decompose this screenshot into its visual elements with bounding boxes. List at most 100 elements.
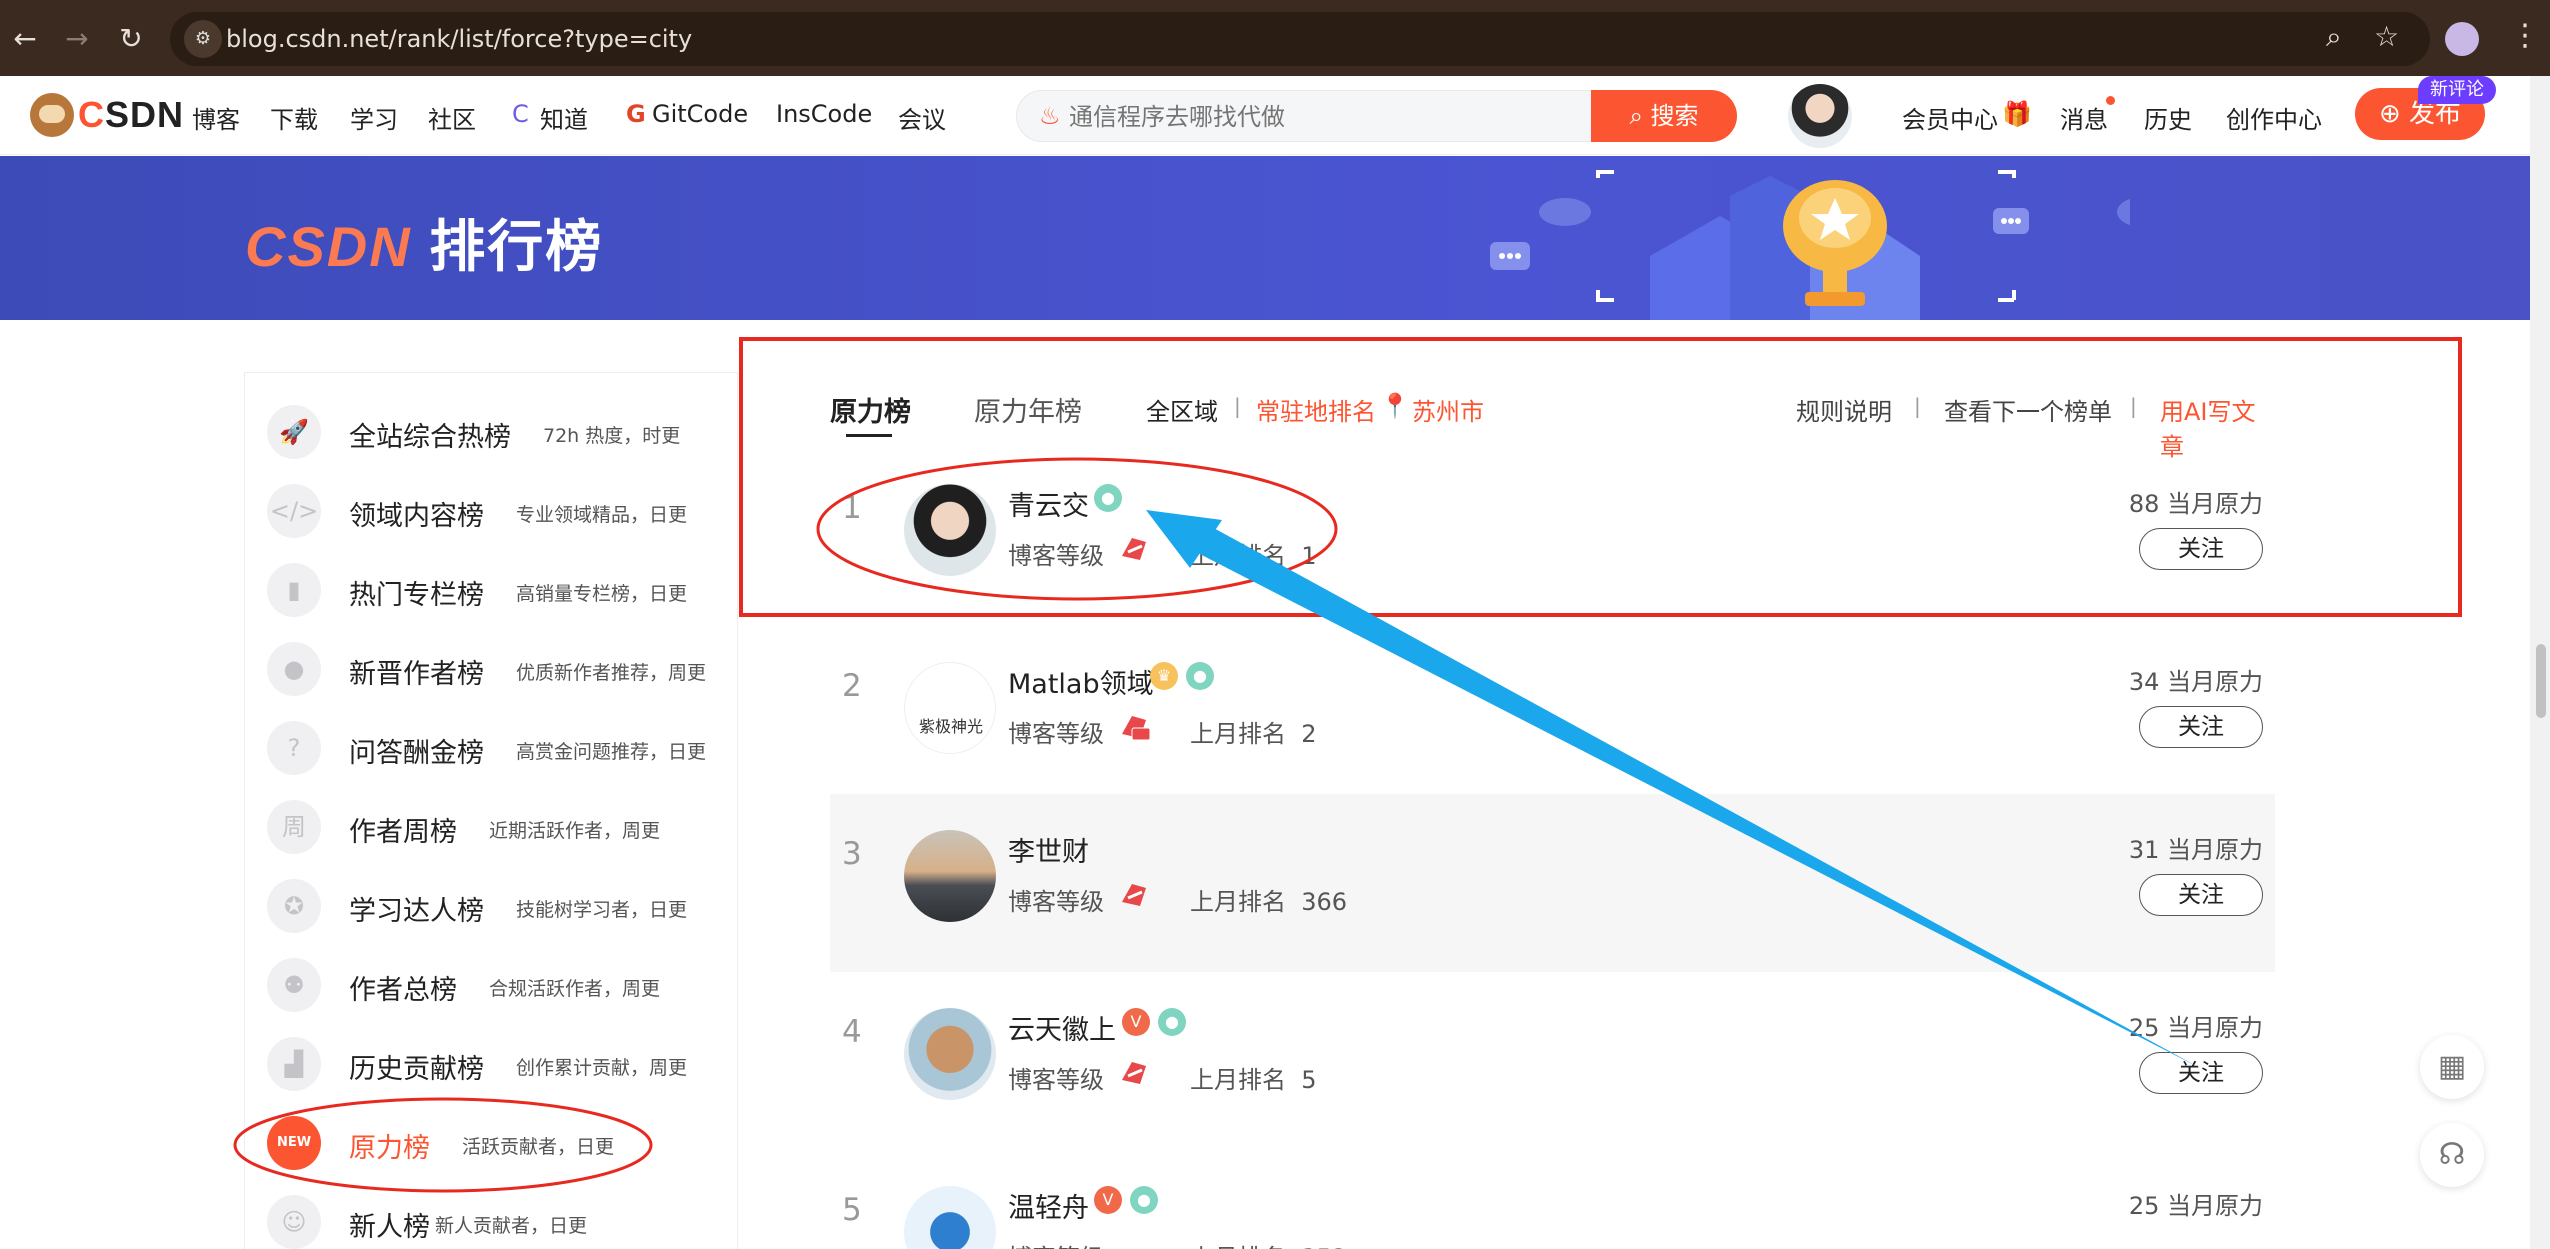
verified-v-icon: V — [1094, 1186, 1122, 1214]
last-rank-label: 上月排名 — [1190, 720, 1286, 748]
avatar-text: 紫极神光 — [918, 717, 983, 736]
sidebar-item-site-hot[interactable]: 🚀 全站综合热榜 72h 热度，时更 — [267, 403, 727, 459]
avatar[interactable] — [904, 1008, 996, 1100]
zoom-icon[interactable]: ⌕ — [2326, 20, 2342, 54]
search-input[interactable] — [1069, 103, 1589, 131]
nav-zhidao[interactable]: 知道 — [540, 100, 588, 135]
force-label: 当月原力 — [2167, 668, 2263, 696]
mascot-icon — [30, 93, 74, 137]
certified-icon: ● — [1186, 662, 1214, 690]
force-value: 88 当月原力 — [2129, 484, 2263, 519]
browser-profile-avatar[interactable] — [2445, 22, 2479, 56]
filter-city[interactable]: 苏州市 — [1412, 392, 1484, 427]
follow-button[interactable]: 关注 — [2139, 874, 2263, 916]
filter-all-region[interactable]: 全区域 — [1146, 392, 1218, 427]
follow-button[interactable]: 关注 — [2139, 706, 2263, 748]
sidebar-item-new-author[interactable]: ● 新晋作者榜 优质新作者推荐，周更 — [267, 640, 727, 696]
nav-community[interactable]: 社区 — [428, 100, 476, 135]
nav-meeting[interactable]: 会议 — [898, 100, 946, 135]
last-rank-label: 上月排名 — [1190, 542, 1286, 570]
author-name[interactable]: 云天徽上 — [1008, 1008, 1116, 1047]
plus-icon: ⊕ — [2378, 99, 2401, 129]
author-name[interactable]: Matlab领域 — [1008, 662, 1154, 701]
search-button[interactable]: ⌕ 搜索 — [1591, 90, 1737, 142]
rank-sidebar: 🚀 全站综合热榜 72h 热度，时更 </> 领域内容榜 专业领域精品，日更 ▮… — [244, 372, 738, 1249]
follow-button[interactable]: 关注 — [2139, 528, 2263, 570]
certified-icon: ● — [1130, 1186, 1158, 1214]
table-row[interactable]: 3 李世财 博客等级 上月排名 366 31 当月原力 关注 — [830, 794, 2275, 972]
next-list-link[interactable]: 查看下一个榜单 — [1944, 392, 2112, 427]
sidebar-item-title: 领域内容榜 — [349, 501, 484, 532]
ai-write-link[interactable]: 用AI写文章 — [2160, 392, 2275, 462]
force-label: 当月原力 — [2167, 836, 2263, 864]
address-bar[interactable]: ⚙ blog.csdn.net/rank/list/force?type=cit… — [170, 12, 2430, 66]
csdn-logo[interactable]: CSDN — [30, 90, 184, 140]
certified-icon: ● — [1158, 1008, 1186, 1036]
nav-gitcode[interactable]: GitCode — [652, 100, 748, 128]
sidebar-item-sub: 近期活跃作者，周更 — [489, 820, 661, 842]
nav-learn[interactable]: 学习 — [350, 100, 398, 135]
sidebar-item-total[interactable]: ⚉ 作者总榜 合规活跃作者，周更 — [267, 956, 727, 1012]
browser-menu-icon[interactable]: ⋮ — [2510, 18, 2540, 53]
site-info-icon[interactable]: ⚙ — [184, 20, 222, 58]
sidebar-item-column[interactable]: ▮ 热门专栏榜 高销量专栏榜，日更 — [267, 561, 727, 617]
sidebar-item-history[interactable]: ▟ 历史贡献榜 创作累计贡献，周更 — [267, 1035, 727, 1091]
back-icon[interactable]: ← — [8, 22, 42, 56]
filter-city-rank[interactable]: 常驻地排名 — [1256, 392, 1376, 427]
nav-vip-center[interactable]: 会员中心 — [1902, 100, 1998, 135]
nav-inscode[interactable]: InsCode — [776, 100, 872, 128]
force-value: 25 当月原力 — [2129, 1008, 2263, 1043]
nav-history[interactable]: 历史 — [2144, 100, 2192, 135]
nav-blog[interactable]: 博客 — [192, 100, 240, 135]
url-text[interactable]: blog.csdn.net/rank/list/force?type=city — [226, 25, 692, 53]
last-rank-value: 366 — [1301, 888, 1348, 916]
table-row[interactable]: 1 青云交 ● 博客等级 上月排名 1 88 当月原力 关注 — [830, 474, 2275, 652]
nav-messages[interactable]: 消息 — [2060, 100, 2108, 135]
sidebar-item-weekly[interactable]: 周 作者周榜 近期活跃作者，周更 — [267, 798, 727, 854]
tab-force[interactable]: 原力榜 — [830, 390, 911, 429]
zhidao-icon: C — [512, 100, 529, 128]
sidebar-item-qa-reward[interactable]: ? 问答酬金榜 高赏金问题推荐，日更 — [267, 719, 727, 775]
author-name[interactable]: 温轻舟 — [1008, 1186, 1089, 1225]
search-box: ♨ ⌕ 搜索 — [1016, 90, 1737, 142]
qr-code-icon[interactable]: ▦ — [2420, 1035, 2484, 1099]
sidebar-item-sub: 新人贡献者，日更 — [435, 1215, 588, 1237]
certified-icon: ● — [1094, 484, 1122, 512]
avatar[interactable] — [904, 1186, 996, 1249]
author-name[interactable]: 李世财 — [1008, 830, 1089, 869]
author-name[interactable]: 青云交 — [1008, 484, 1089, 523]
rank-number: 4 — [842, 1014, 862, 1050]
location-pin-icon: 📍 — [1380, 392, 1410, 420]
blog-level-icon — [1122, 884, 1146, 906]
avatar[interactable]: 紫极神光 — [904, 662, 996, 754]
reload-icon[interactable]: ↻ — [114, 22, 148, 56]
nav-download[interactable]: 下载 — [270, 100, 318, 135]
rules-link[interactable]: 规则说明 — [1796, 392, 1892, 427]
user-avatar[interactable] — [1788, 84, 1852, 148]
sidebar-item-title: 新人榜 — [349, 1212, 430, 1243]
sidebar-item-domain[interactable]: </> 领域内容榜 专业领域精品，日更 — [267, 482, 727, 538]
forward-icon[interactable]: → — [60, 22, 94, 56]
rocket-icon: 🚀 — [267, 405, 321, 459]
avatar[interactable] — [904, 484, 996, 576]
sidebar-item-sub: 72h 热度，时更 — [543, 425, 681, 447]
nav-creator-center[interactable]: 创作中心 — [2226, 100, 2322, 135]
table-row[interactable]: 4 云天徽上 V ● 博客等级 上月排名 5 25 当月原力 关注 — [830, 972, 2275, 1150]
tab-force-year[interactable]: 原力年榜 — [974, 390, 1082, 429]
follow-button[interactable]: 关注 — [2139, 1052, 2263, 1094]
message-dot — [2106, 96, 2115, 105]
avatar[interactable] — [904, 830, 996, 922]
sidebar-item-newcomer[interactable]: ☺ 新人榜 新人贡献者，日更 — [267, 1193, 727, 1249]
last-rank-value: 5 — [1301, 1066, 1317, 1094]
customer-service-icon[interactable]: ☊ — [2420, 1123, 2484, 1187]
scrollbar-thumb[interactable] — [2536, 644, 2546, 718]
sidebar-item-sub: 专业领域精品，日更 — [516, 504, 688, 526]
sidebar-item-force[interactable]: NEW 原力榜 活跃贡献者，日更 — [267, 1114, 727, 1170]
bookmark-star-icon[interactable]: ☆ — [2374, 20, 2399, 53]
tab-underline — [846, 434, 892, 437]
force-number: 88 — [2128, 490, 2160, 518]
divider: | — [2130, 394, 2137, 418]
table-row[interactable]: 5 温轻舟 V ● 博客等级 上月排名 352 25 当月原力 — [830, 1150, 2275, 1249]
sidebar-item-title: 作者总榜 — [349, 975, 457, 1006]
sidebar-item-learner[interactable]: ✪ 学习达人榜 技能树学习者，日更 — [267, 877, 727, 933]
